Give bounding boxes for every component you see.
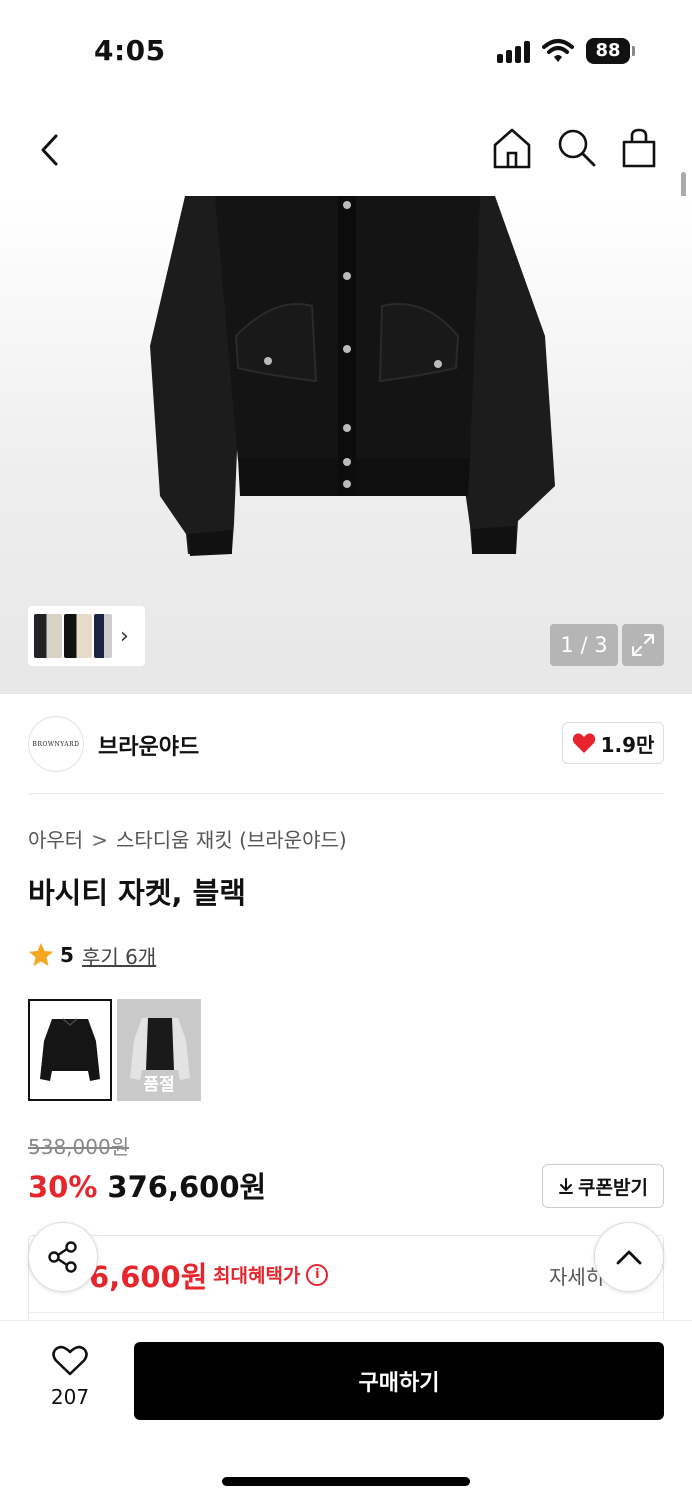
jacket-image <box>150 196 555 556</box>
max-benefit-label-text: 최대혜택가 <box>213 1265 301 1287</box>
expand-button[interactable] <box>622 624 664 666</box>
brand-like-count: 1.9만 <box>600 732 655 757</box>
coupon-download-button[interactable]: 쿠폰받기 <box>542 1164 664 1208</box>
share-icon <box>48 1241 77 1273</box>
status-time: 4:05 <box>94 34 166 67</box>
max-benefit-price: 6,600원 <box>89 1260 208 1294</box>
original-price: 538,000원 <box>28 1135 130 1159</box>
thumbnail-strip[interactable]: › <box>28 606 145 666</box>
price-row: 30% 376,600원 <box>28 1164 266 1206</box>
heart-outline-icon <box>52 1345 88 1376</box>
review-count-link[interactable]: 후기 6개 <box>82 941 156 970</box>
chevron-left-icon <box>41 134 58 166</box>
thumbnail-2[interactable] <box>64 614 92 658</box>
rating-row: 5 후기 6개 <box>28 940 156 970</box>
jacket-thumbnail <box>40 1018 100 1081</box>
wishlist-count: 207 <box>50 1385 90 1409</box>
bottom-bar: 207 구매하기 <box>0 1320 692 1500</box>
buy-button[interactable]: 구매하기 <box>134 1342 664 1420</box>
divider <box>28 793 664 794</box>
image-page-counter: 1 / 3 <box>550 624 618 666</box>
status-bar: 4:05 88 <box>0 0 692 100</box>
scroll-top-button[interactable] <box>594 1222 664 1292</box>
battery-tip <box>632 46 635 56</box>
expand-icon <box>632 634 654 656</box>
divider <box>29 1312 663 1313</box>
wishlist-button[interactable]: 207 <box>30 1345 110 1421</box>
chevron-up-icon <box>616 1250 642 1265</box>
soldout-label: 품절 <box>143 1075 175 1095</box>
thumbnail-3[interactable] <box>94 614 112 658</box>
home-icon[interactable] <box>490 126 534 170</box>
back-button[interactable] <box>28 128 72 172</box>
coupon-label: 쿠폰받기 <box>578 1176 648 1199</box>
brand-row[interactable]: BROWNYARD 브라운야드 1.9만 <box>28 716 664 772</box>
heart-filled-icon <box>572 733 595 753</box>
star-icon <box>29 943 53 966</box>
breadcrumb-subcategory[interactable]: 스타디움 재킷 (브라운야드) <box>116 828 347 852</box>
brand-like-button[interactable]: 1.9만 <box>562 722 664 764</box>
info-icon[interactable]: i <box>306 1263 329 1286</box>
nav-bar <box>0 100 692 196</box>
share-button[interactable] <box>28 1222 98 1292</box>
battery-indicator: 88 <box>586 38 630 64</box>
product-image-gallery[interactable]: › 1 / 3 <box>0 196 692 694</box>
max-benefit-label: 최대혜택가 i <box>213 1261 329 1288</box>
search-icon[interactable] <box>554 126 598 170</box>
thumbnail-1[interactable] <box>34 614 62 658</box>
color-option-gray[interactable]: 품절 <box>117 999 201 1101</box>
home-indicator <box>222 1477 470 1486</box>
discount-rate: 30% <box>28 1170 98 1204</box>
breadcrumb-separator: > <box>91 828 108 852</box>
chevron-right-icon[interactable]: › <box>120 624 129 649</box>
cellular-signal-icon <box>497 41 531 63</box>
product-title: 바시티 자켓, 블랙 <box>28 876 246 910</box>
wifi-icon <box>542 39 574 62</box>
breadcrumb: 아우터 > 스타디움 재킷 (브라운야드) <box>28 824 347 853</box>
max-benefit-box[interactable]: 6,600원 최대혜택가 i 자세히 <box>28 1235 664 1325</box>
sale-price: 376,600원 <box>107 1170 267 1204</box>
shopping-bag-icon[interactable] <box>617 126 661 170</box>
color-option-black[interactable] <box>28 999 112 1101</box>
brand-name[interactable]: 브라운야드 <box>98 729 199 761</box>
download-icon <box>559 1178 574 1194</box>
breadcrumb-category[interactable]: 아우터 <box>28 828 83 852</box>
rating-score: 5 <box>60 943 74 967</box>
brand-logo[interactable]: BROWNYARD <box>28 716 84 772</box>
